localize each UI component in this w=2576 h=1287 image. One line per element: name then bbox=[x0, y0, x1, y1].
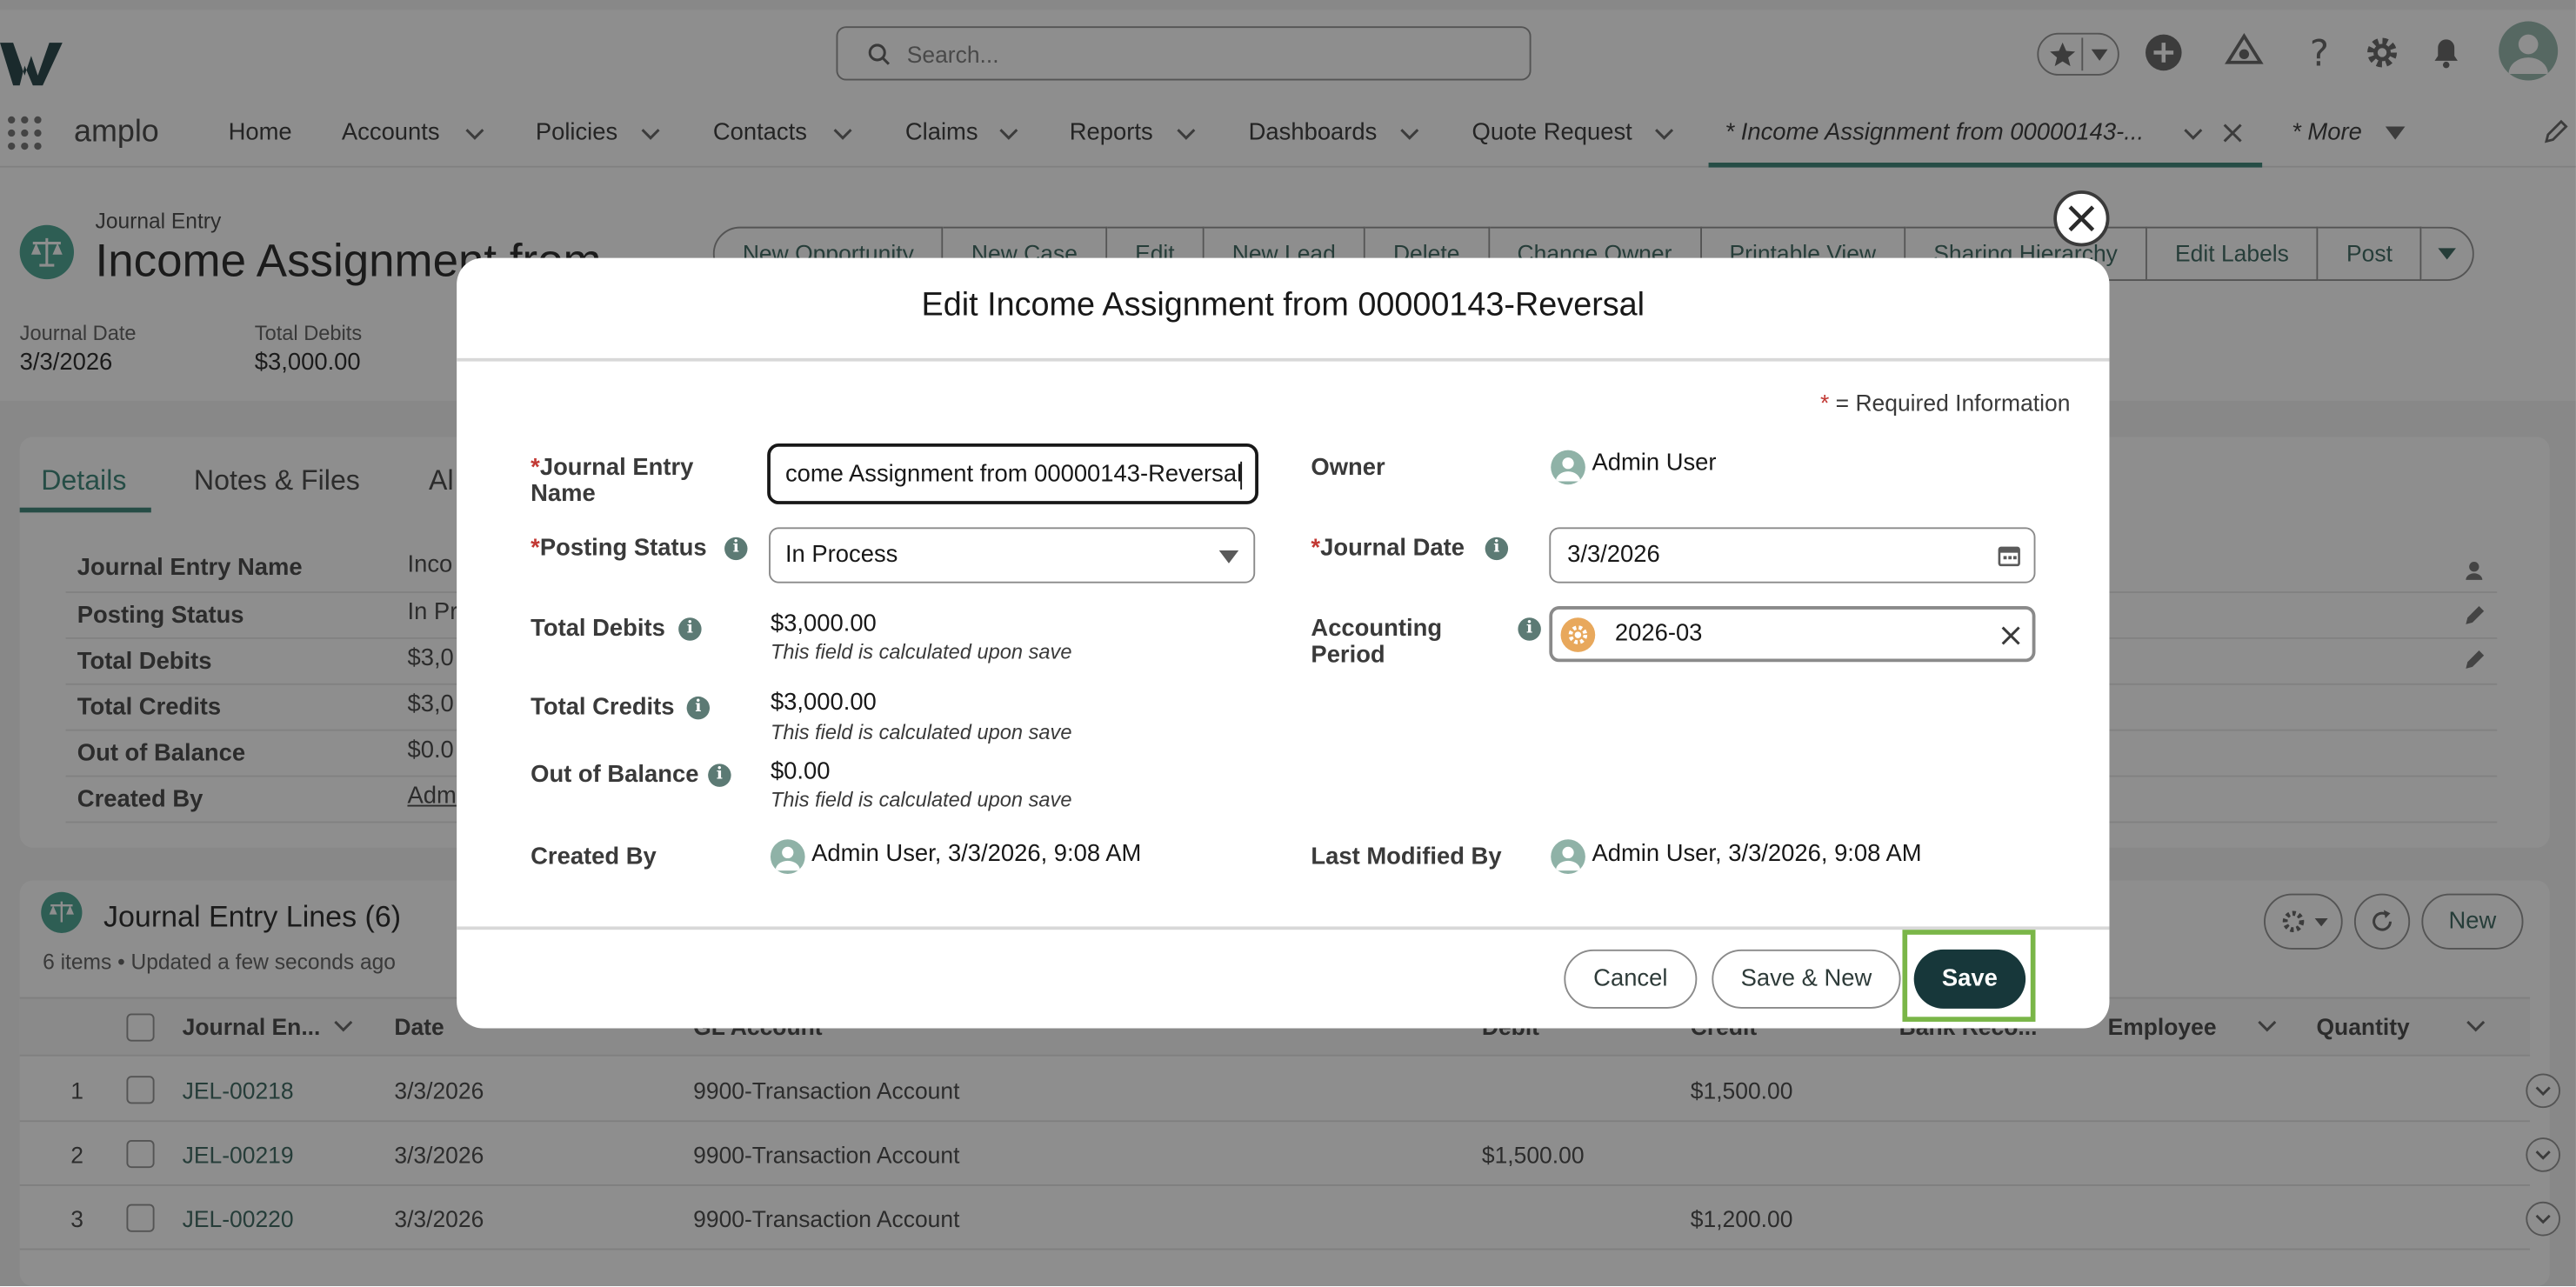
journal-date-label: *Journal Date bbox=[1311, 536, 1465, 562]
modal-header-divider bbox=[457, 357, 2110, 362]
input-value: 3/3/2026 bbox=[1567, 542, 1660, 569]
label-text: Posting Status bbox=[539, 535, 707, 563]
required-info-note: * = Required Information bbox=[1820, 390, 2070, 416]
out-of-balance-value: $0.00 bbox=[770, 758, 831, 785]
label-text: Journal Entry Name bbox=[531, 455, 694, 508]
avatar bbox=[770, 839, 805, 874]
save-button[interactable]: Save bbox=[1913, 949, 2026, 1009]
info-icon[interactable]: i bbox=[708, 764, 731, 787]
info-icon[interactable]: i bbox=[1485, 537, 1509, 561]
owner-value[interactable]: Admin User bbox=[1592, 450, 1716, 477]
posting-status-label: *Posting Status bbox=[531, 536, 706, 562]
select-value: In Process bbox=[784, 542, 898, 569]
posting-status-select[interactable]: In Process bbox=[769, 527, 1256, 583]
input-value: come Assignment from 00000143-Reversal bbox=[784, 461, 1243, 489]
modal-title: Edit Income Assignment from 00000143-Rev… bbox=[921, 287, 1645, 324]
info-icon[interactable]: i bbox=[1518, 617, 1541, 641]
required-star: * bbox=[1820, 389, 1830, 416]
required-star: * bbox=[531, 455, 540, 482]
total-credits-label: Total Credits bbox=[531, 695, 675, 722]
journal-entry-name-input[interactable]: come Assignment from 00000143-Reversal bbox=[767, 443, 1258, 504]
close-modal-button[interactable] bbox=[2053, 190, 2110, 247]
calendar-icon[interactable] bbox=[1998, 543, 2020, 567]
avatar bbox=[1551, 839, 1585, 874]
created-by-label: Created By bbox=[531, 844, 657, 871]
last-modified-value[interactable]: Admin User, 3/3/2026, 9:08 AM bbox=[1592, 841, 1921, 867]
clear-selection-icon[interactable] bbox=[2001, 626, 2021, 646]
lookup-value: 2026-03 bbox=[1614, 621, 1703, 648]
required-star: * bbox=[1311, 535, 1321, 563]
required-star: * bbox=[531, 535, 540, 563]
save-and-new-button[interactable]: Save & New bbox=[1712, 949, 1901, 1009]
cancel-button[interactable]: Cancel bbox=[1564, 949, 1698, 1009]
calc-note: This field is calculated upon save bbox=[770, 640, 1072, 664]
app-stage: ? amplo Home Accounts Policies Contacts … bbox=[0, 0, 2576, 1287]
accounting-period-label: Accounting Period bbox=[1311, 616, 1443, 669]
person-icon bbox=[1555, 846, 1581, 871]
info-icon[interactable]: i bbox=[724, 537, 748, 561]
journal-entry-name-label: *Journal Entry Name bbox=[531, 455, 711, 507]
caret-down-icon bbox=[1218, 550, 1239, 563]
created-by-value[interactable]: Admin User, 3/3/2026, 9:08 AM bbox=[811, 841, 1141, 867]
owner-label: Owner bbox=[1311, 455, 1385, 482]
out-of-balance-label: Out of Balance bbox=[531, 762, 699, 789]
info-icon[interactable]: i bbox=[678, 617, 702, 641]
modal-footer-divider bbox=[457, 926, 2110, 930]
person-icon bbox=[775, 846, 800, 871]
total-debits-value: $3,000.00 bbox=[770, 610, 877, 637]
calc-note: This field is calculated upon save bbox=[770, 788, 1072, 812]
period-record-icon bbox=[1560, 617, 1596, 652]
gear-icon bbox=[1568, 625, 1588, 644]
journal-date-input[interactable]: 3/3/2026 bbox=[1549, 527, 2036, 583]
close-icon bbox=[2068, 205, 2095, 232]
text-cursor bbox=[1240, 461, 1243, 490]
required-info-text: = Required Information bbox=[1835, 389, 2071, 416]
accounting-period-lookup[interactable]: 2026-03 bbox=[1549, 606, 2036, 663]
person-icon bbox=[1555, 457, 1581, 482]
calc-note: This field is calculated upon save bbox=[770, 721, 1072, 744]
last-modified-label: Last Modified By bbox=[1311, 844, 1502, 871]
total-debits-label: Total Debits bbox=[531, 616, 665, 643]
total-credits-value: $3,000.00 bbox=[770, 690, 877, 717]
avatar bbox=[1551, 450, 1585, 485]
info-icon[interactable]: i bbox=[686, 696, 711, 720]
label-text: Journal Date bbox=[1320, 535, 1465, 563]
